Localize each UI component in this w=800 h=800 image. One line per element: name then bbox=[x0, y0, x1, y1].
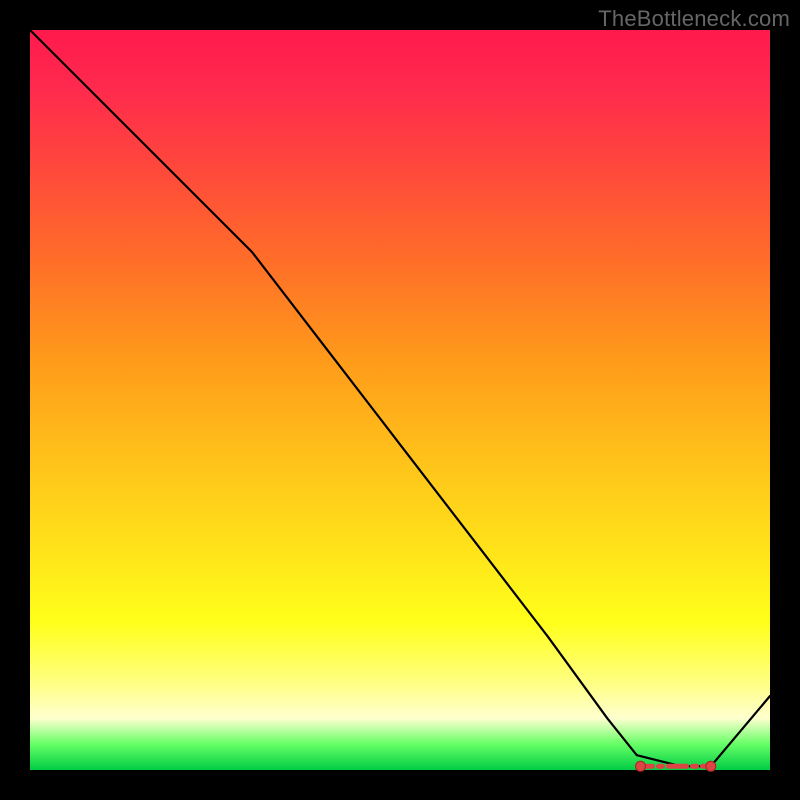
plot-area bbox=[30, 30, 770, 770]
chart-svg bbox=[30, 30, 770, 770]
bottleneck-curve bbox=[30, 30, 770, 766]
optimal-start-marker bbox=[636, 761, 646, 771]
optimal-end-marker bbox=[706, 761, 716, 771]
watermark-text: TheBottleneck.com bbox=[598, 6, 790, 32]
optimal-markers bbox=[636, 761, 716, 771]
chart-frame: TheBottleneck.com bbox=[0, 0, 800, 800]
